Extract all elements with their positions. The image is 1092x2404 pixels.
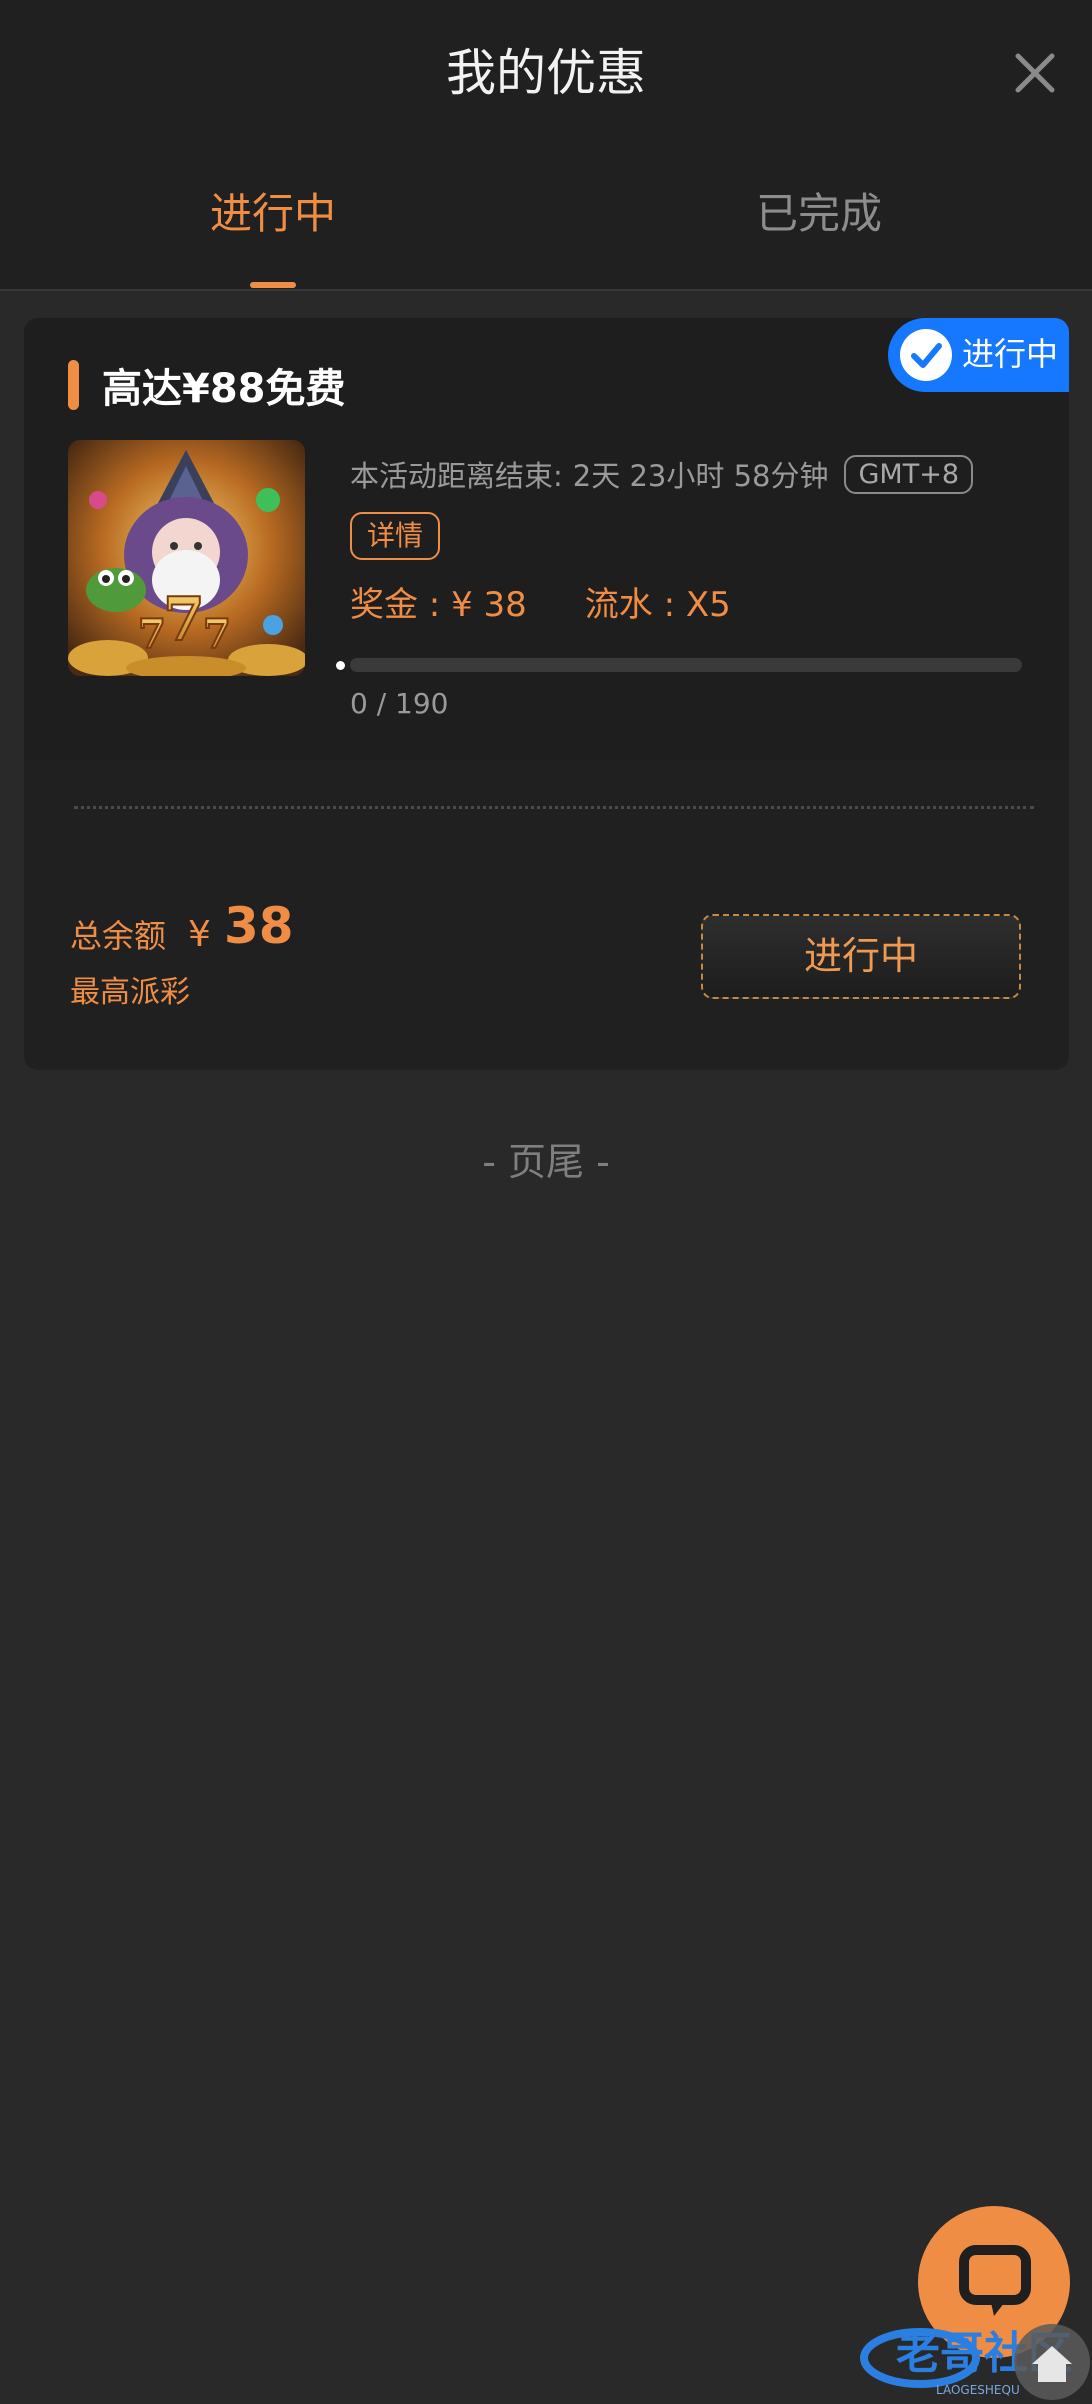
status-badge: 进行中 xyxy=(888,318,1069,392)
max-payout-label: 最高派彩 xyxy=(70,975,190,1010)
progress-text: 0 / 190 xyxy=(350,687,449,720)
promo-title: 高达¥88免费 xyxy=(102,366,346,412)
reward-row: 奖金 : ¥ 38 流水 : X5 xyxy=(350,580,731,630)
wizard-slot-thumbnail: 7 7 7 xyxy=(68,440,305,676)
close-icon xyxy=(1015,53,1055,93)
check-icon xyxy=(900,329,952,381)
footer-text: - 页尾 - xyxy=(482,1140,610,1184)
balance-label: 总余额 xyxy=(70,917,167,955)
in-progress-button[interactable]: 进行中 xyxy=(701,914,1021,999)
title-accent-bar xyxy=(68,360,79,410)
watermark-logo: 老哥社区 LAOGESHEQU xyxy=(850,2296,1092,2400)
countdown-label: 本活动距离结束: xyxy=(350,459,563,493)
countdown-value: 2天 23小时 58分钟 xyxy=(572,459,829,493)
active-tab-indicator xyxy=(250,282,296,288)
tab-in-progress[interactable]: 进行中 xyxy=(0,186,546,242)
balance-amount: 38 xyxy=(224,897,294,955)
header: 我的优惠 进行中 已完成 xyxy=(0,0,1092,291)
svg-text:7: 7 xyxy=(163,585,205,655)
details-button[interactable]: 详情 xyxy=(350,512,440,560)
timezone-badge: GMT+8 xyxy=(844,454,973,494)
page-title: 我的优惠 xyxy=(446,44,646,102)
header-divider xyxy=(0,289,1092,291)
progress-bar xyxy=(350,658,1022,672)
svg-text:7: 7 xyxy=(203,611,231,658)
wager-label: 流水 : X5 xyxy=(584,585,731,625)
progress-marker xyxy=(336,661,345,670)
watermark-subtext: LAOGESHEQU xyxy=(936,2383,1020,2397)
balance-currency: ¥ xyxy=(188,914,211,955)
tab-completed[interactable]: 已完成 xyxy=(546,186,1092,242)
status-badge-label: 进行中 xyxy=(962,335,1059,373)
bonus-label: 奖金 : ¥ 38 xyxy=(350,585,527,625)
promo-card: 进行中 高达¥88免费 7 7 7 本活动距离结束: 2天 23小时 58分钟 … xyxy=(24,318,1069,1070)
game-thumbnail: 7 7 7 xyxy=(68,440,305,676)
countdown-row: 本活动距离结束: 2天 23小时 58分钟 GMT+8 xyxy=(350,448,973,500)
card-divider xyxy=(74,806,1034,810)
close-button[interactable] xyxy=(1010,48,1060,98)
